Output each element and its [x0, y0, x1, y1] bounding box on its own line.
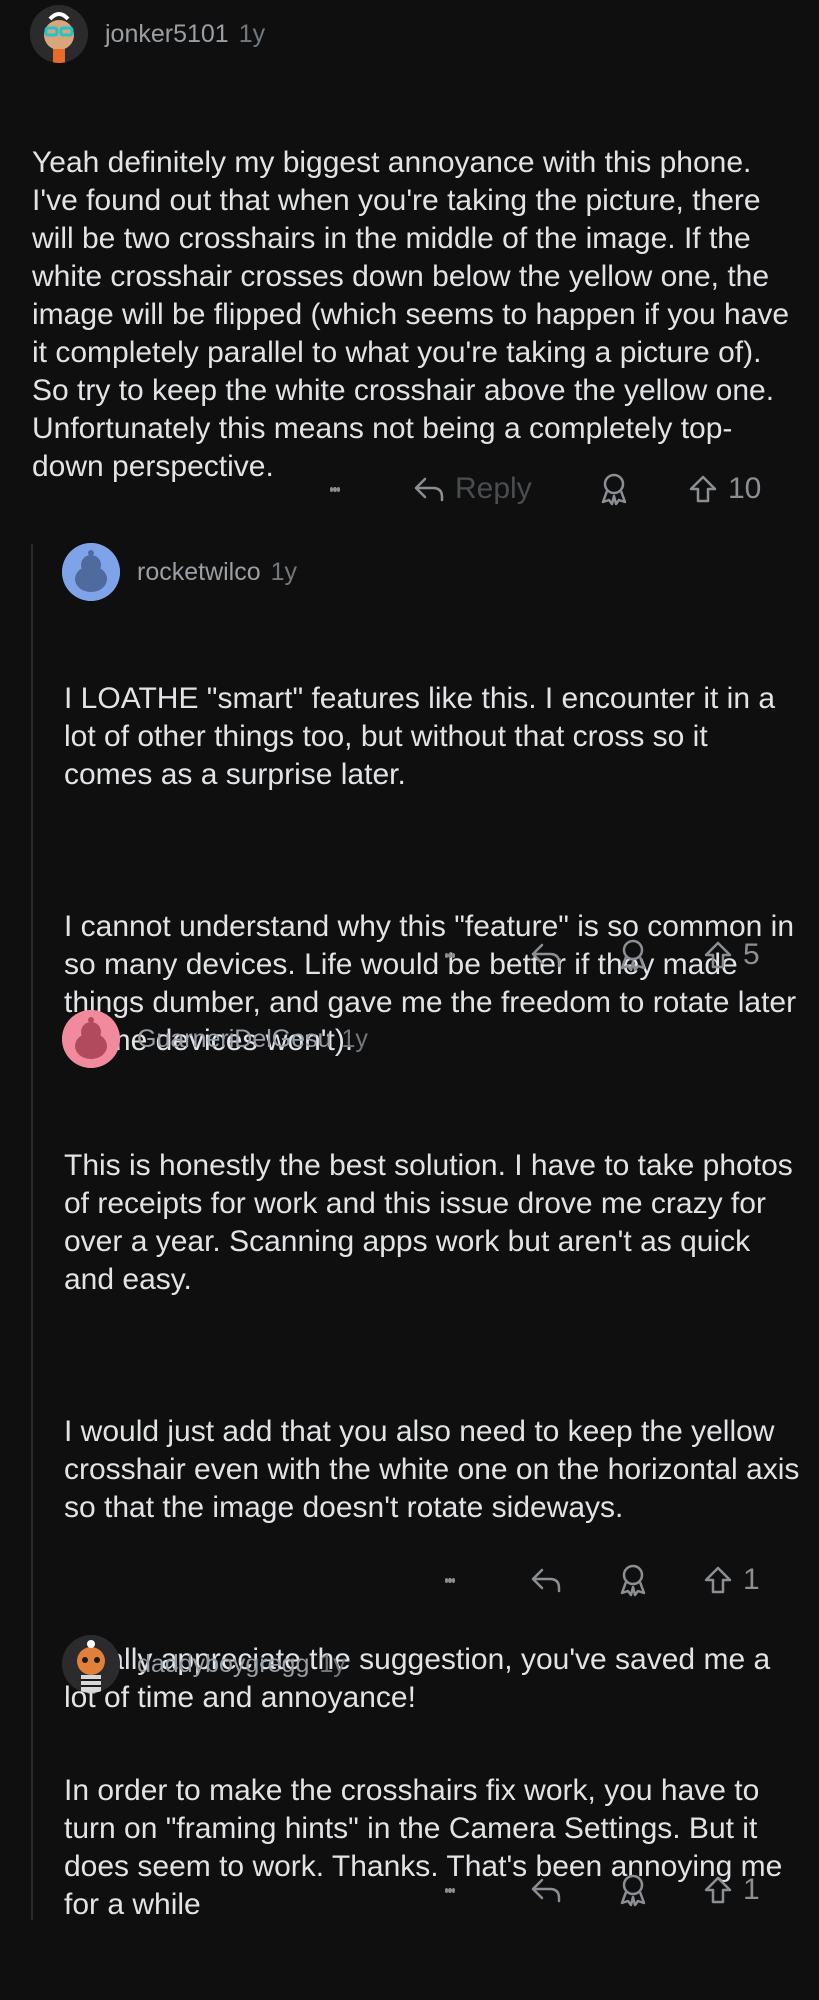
- award-icon: [620, 939, 646, 972]
- upvote-button[interactable]: 5: [703, 938, 760, 972]
- comment-paragraph: This is honestly the best solution. I ha…: [64, 1149, 802, 1296]
- award-button[interactable]: [617, 1563, 649, 1597]
- more-options-button[interactable]: [445, 940, 455, 970]
- more-options-button[interactable]: [445, 1565, 455, 1595]
- comment-paragraph: I LOATHE "smart" features like this. I e…: [64, 682, 784, 791]
- comment-author[interactable]: GuarneriDelGesu: [137, 1025, 332, 1054]
- award-button[interactable]: [598, 472, 630, 506]
- comment-body: In order to make the crosshairs fix work…: [64, 1696, 804, 2000]
- comment-paragraph: I would just add that you also need to k…: [64, 1415, 808, 1524]
- reply-button[interactable]: [530, 1566, 562, 1594]
- award-icon: [601, 473, 627, 506]
- upvote-arrow-icon: [704, 941, 732, 969]
- comment-age: 1y: [238, 19, 266, 48]
- comment-actions: 5: [0, 930, 819, 980]
- avatar[interactable]: [62, 1635, 120, 1693]
- vote-count: 10: [728, 472, 762, 505]
- comment-actions: 1: [0, 1865, 819, 1915]
- comment-age: 1y: [319, 1649, 346, 1678]
- more-options-button[interactable]: [330, 474, 340, 504]
- comment-actions: 1: [0, 1555, 819, 1605]
- avatar[interactable]: [62, 1010, 120, 1068]
- upvote-arrow-icon: [689, 475, 717, 503]
- comment-author[interactable]: jonker5101: [105, 20, 229, 49]
- reply-arrow-icon: [531, 943, 561, 968]
- comment-paragraph: Yeah definitely my biggest annoyance wit…: [32, 146, 798, 483]
- award-button[interactable]: [617, 1873, 649, 1907]
- reply-button[interactable]: Reply: [413, 472, 532, 506]
- upvote-button[interactable]: 1: [703, 1873, 760, 1907]
- comment-author[interactable]: rocketwilco: [137, 558, 261, 587]
- comment-age: 1y: [270, 557, 298, 586]
- upvote-button[interactable]: 10: [688, 472, 761, 506]
- upvote-button[interactable]: 1: [703, 1563, 760, 1597]
- award-button[interactable]: [617, 938, 649, 972]
- reply-button[interactable]: [530, 941, 562, 969]
- upvote-arrow-icon: [704, 1876, 732, 1904]
- reply-arrow-icon: [531, 1568, 561, 1593]
- award-icon: [620, 1564, 646, 1597]
- vote-count: 1: [743, 1563, 760, 1596]
- reply-arrow-icon: [531, 1878, 561, 1903]
- reply-arrow-icon: [414, 477, 444, 502]
- thread-line: [31, 544, 33, 1920]
- award-icon: [620, 1874, 646, 1907]
- comment-age: 1y: [341, 1024, 368, 1053]
- reply-button[interactable]: [530, 1876, 562, 1904]
- comment-actions: Reply 10: [0, 464, 819, 514]
- reply-label: Reply: [455, 472, 532, 505]
- vote-count: 1: [743, 1873, 760, 1906]
- avatar[interactable]: [30, 5, 88, 63]
- vote-count: 5: [743, 938, 760, 971]
- more-options-button[interactable]: [445, 1875, 455, 1905]
- upvote-arrow-icon: [704, 1566, 732, 1594]
- avatar[interactable]: [62, 543, 120, 601]
- comment-author[interactable]: daddyboygregg: [137, 1650, 309, 1679]
